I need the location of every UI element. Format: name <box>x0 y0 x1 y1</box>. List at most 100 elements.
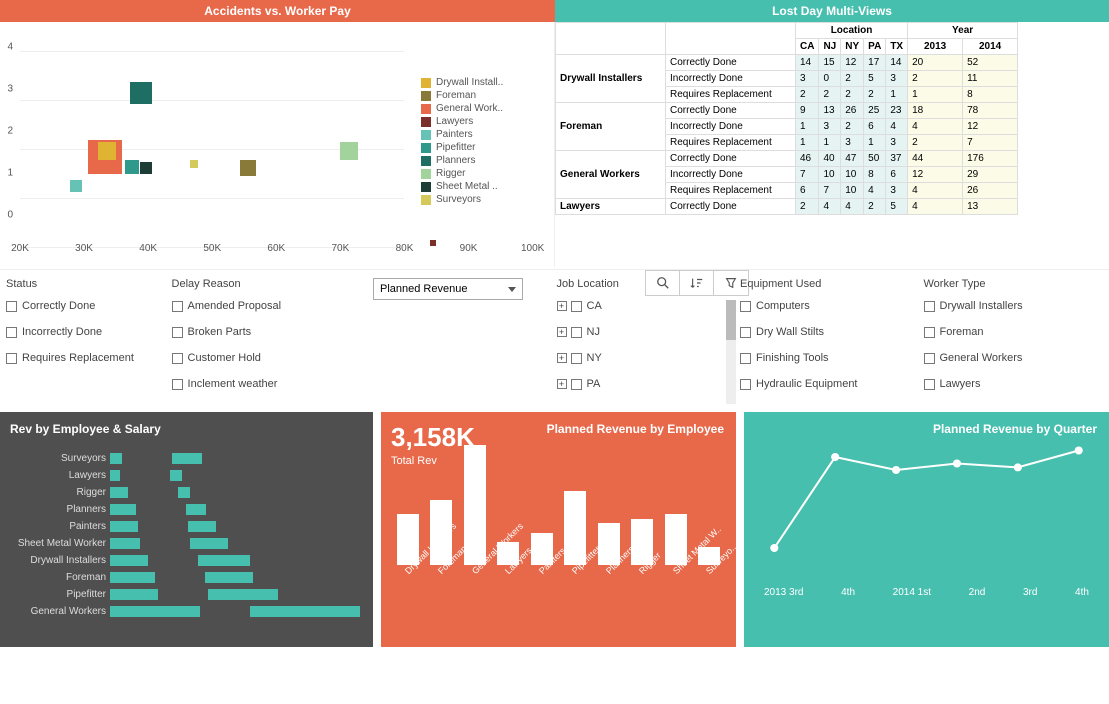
checkbox-icon[interactable] <box>172 353 183 364</box>
hbar[interactable] <box>110 487 128 498</box>
value-cell[interactable]: 2 <box>841 119 864 135</box>
hbar-row[interactable]: Pipefitter <box>10 586 363 603</box>
value-cell[interactable]: 5 <box>886 199 908 215</box>
filter-item[interactable]: Requires Replacement <box>6 352 168 364</box>
value-cell[interactable]: 1 <box>886 87 908 103</box>
value-cell[interactable]: 26 <box>963 183 1018 199</box>
value-cell[interactable]: 44 <box>908 151 963 167</box>
filter-item[interactable]: Inclement weather <box>172 378 369 390</box>
scrollbar[interactable] <box>726 300 736 404</box>
role-cell[interactable]: Lawyers <box>556 199 666 215</box>
filter-item[interactable]: Dry Wall Stilts <box>740 326 920 338</box>
checkbox-icon[interactable] <box>6 353 17 364</box>
checkbox-icon[interactable] <box>740 327 751 338</box>
value-cell[interactable]: 78 <box>963 103 1018 119</box>
checkbox-icon[interactable] <box>924 301 935 312</box>
hbar-row[interactable]: General Workers <box>10 603 363 620</box>
hbar-row[interactable]: Sheet Metal Worker <box>10 535 363 552</box>
filter-item[interactable]: Amended Proposal <box>172 300 369 312</box>
value-cell[interactable]: 12 <box>841 55 864 71</box>
value-cell[interactable]: 2 <box>908 135 963 151</box>
filter-item[interactable]: +NJ <box>557 326 737 338</box>
measure-cell[interactable]: Incorrectly Done <box>666 119 796 135</box>
expand-icon[interactable]: + <box>557 301 567 311</box>
checkbox-icon[interactable] <box>924 353 935 364</box>
line-point[interactable] <box>953 460 961 468</box>
hbar[interactable] <box>110 555 148 566</box>
value-cell[interactable]: 14 <box>886 55 908 71</box>
col-head[interactable]: 2013 <box>908 39 963 55</box>
checkbox-icon[interactable] <box>571 353 582 364</box>
value-cell[interactable]: 0 <box>819 71 841 87</box>
checkbox-icon[interactable] <box>740 353 751 364</box>
bar-chart[interactable]: Drywall InstallersForemanGeneral Workers… <box>391 479 726 609</box>
value-cell[interactable]: 2 <box>908 71 963 87</box>
hbar[interactable] <box>178 487 190 498</box>
checkbox-icon[interactable] <box>924 327 935 338</box>
hbar[interactable] <box>110 589 158 600</box>
value-cell[interactable]: 6 <box>886 167 908 183</box>
vbar-wrap[interactable]: Painters <box>527 533 557 609</box>
checkbox-icon[interactable] <box>740 379 751 390</box>
value-cell[interactable]: 2 <box>796 199 819 215</box>
value-cell[interactable]: 3 <box>886 183 908 199</box>
line-point[interactable] <box>892 466 900 474</box>
filter-item[interactable]: Customer Hold <box>172 352 369 364</box>
scrollbar-thumb[interactable] <box>726 300 736 340</box>
value-cell[interactable]: 52 <box>963 55 1018 71</box>
measure-cell[interactable]: Incorrectly Done <box>666 71 796 87</box>
measure-cell[interactable]: Requires Replacement <box>666 87 796 103</box>
value-cell[interactable]: 25 <box>864 103 886 119</box>
expand-icon[interactable]: + <box>557 327 567 337</box>
filter-item[interactable]: Drywall Installers <box>924 300 1104 312</box>
value-cell[interactable]: 1 <box>864 135 886 151</box>
hbar[interactable] <box>208 589 278 600</box>
vbar-wrap[interactable]: Surveyo.. <box>694 547 724 609</box>
value-cell[interactable]: 4 <box>864 183 886 199</box>
measure-cell[interactable]: Requires Replacement <box>666 135 796 151</box>
multi-view-table[interactable]: Location Year CA NJ NY PA TX 2013 2014 D… <box>555 22 1109 269</box>
hbar[interactable] <box>110 504 136 515</box>
mark-surveyors[interactable] <box>190 160 198 168</box>
value-cell[interactable]: 13 <box>819 103 841 119</box>
mark-sheetmetal[interactable] <box>140 162 152 174</box>
role-cell[interactable]: General Workers <box>556 151 666 199</box>
value-cell[interactable]: 10 <box>819 167 841 183</box>
line-point[interactable] <box>770 544 778 552</box>
filter-item[interactable]: +CA <box>557 300 737 312</box>
value-cell[interactable]: 3 <box>886 135 908 151</box>
value-cell[interactable]: 4 <box>841 199 864 215</box>
role-cell[interactable]: Drywall Installers <box>556 55 666 103</box>
checkbox-icon[interactable] <box>6 327 17 338</box>
value-cell[interactable]: 176 <box>963 151 1018 167</box>
hbar[interactable] <box>186 504 206 515</box>
hbar-row[interactable]: Painters <box>10 518 363 535</box>
filter-item[interactable]: +PA <box>557 378 737 390</box>
expand-icon[interactable]: + <box>557 379 567 389</box>
value-cell[interactable]: 3 <box>796 71 819 87</box>
expand-icon[interactable]: + <box>557 353 567 363</box>
value-cell[interactable]: 2 <box>864 199 886 215</box>
value-cell[interactable]: 37 <box>886 151 908 167</box>
value-cell[interactable]: 4 <box>886 119 908 135</box>
value-cell[interactable]: 2 <box>841 71 864 87</box>
line-point[interactable] <box>1075 447 1083 455</box>
measure-cell[interactable]: Correctly Done <box>666 103 796 119</box>
value-cell[interactable]: 6 <box>796 183 819 199</box>
hbar-row[interactable]: Rigger <box>10 484 363 501</box>
value-cell[interactable]: 5 <box>864 71 886 87</box>
hbar[interactable] <box>110 538 140 549</box>
hbar[interactable] <box>110 453 122 464</box>
value-cell[interactable]: 3 <box>819 119 841 135</box>
hbar[interactable] <box>110 521 138 532</box>
measure-cell[interactable]: Incorrectly Done <box>666 167 796 183</box>
mark-lawyers[interactable] <box>430 240 436 246</box>
mark-planners[interactable] <box>130 82 152 104</box>
value-cell[interactable]: 1 <box>819 135 841 151</box>
value-cell[interactable]: 3 <box>886 71 908 87</box>
value-cell[interactable]: 18 <box>908 103 963 119</box>
value-cell[interactable]: 2 <box>841 87 864 103</box>
value-cell[interactable]: 2 <box>819 87 841 103</box>
value-cell[interactable]: 2 <box>864 87 886 103</box>
value-cell[interactable]: 4 <box>819 199 841 215</box>
